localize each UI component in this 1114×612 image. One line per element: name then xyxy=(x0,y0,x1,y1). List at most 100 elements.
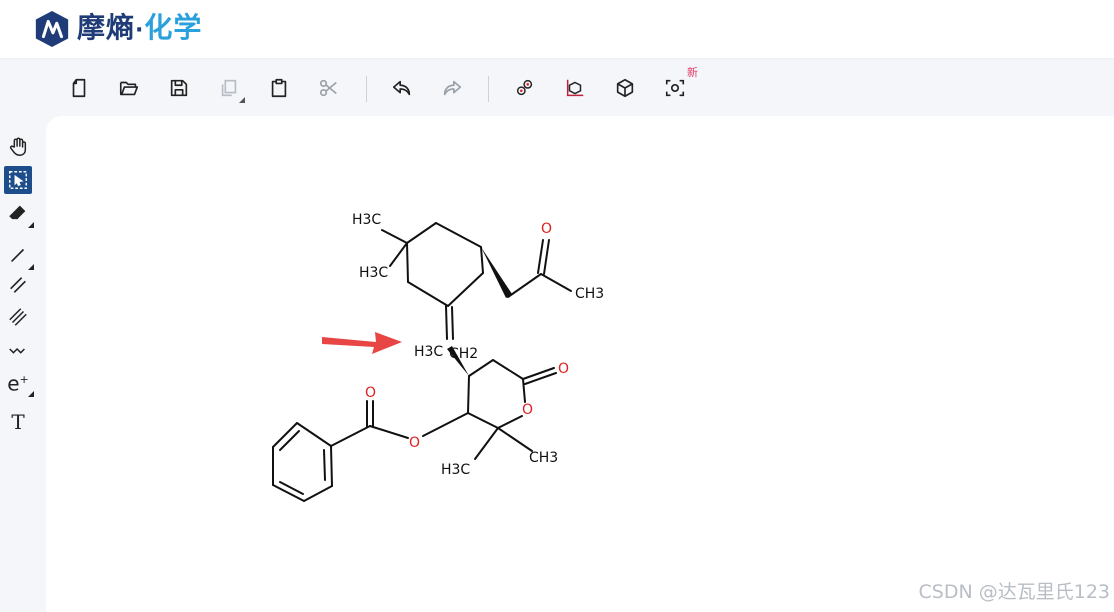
single-bond-tool-button[interactable] xyxy=(4,241,34,270)
new-file-icon xyxy=(72,78,86,98)
copy-icon xyxy=(221,79,237,97)
bond xyxy=(497,415,523,429)
hand-tool-button[interactable] xyxy=(4,133,32,161)
charge-icon: e+ xyxy=(7,370,29,394)
bond xyxy=(422,412,469,437)
wedge-bond xyxy=(481,247,512,298)
logo-mark-icon xyxy=(35,10,69,48)
scan-icon xyxy=(665,79,685,97)
bond xyxy=(537,239,544,274)
bond xyxy=(540,273,572,292)
bond xyxy=(447,272,484,307)
bond xyxy=(272,422,298,448)
wavy-bond-tool-button[interactable] xyxy=(4,335,32,363)
3d-chart-icon xyxy=(566,79,584,97)
cube-icon xyxy=(616,78,634,98)
text-icon: T xyxy=(11,410,25,434)
hand-icon xyxy=(9,137,27,156)
cut-icon xyxy=(319,79,337,97)
main-toolbar: 新 xyxy=(0,60,1114,116)
3d-molecule-button[interactable] xyxy=(511,74,539,102)
left-tool-sidebar: e+ T xyxy=(0,130,46,612)
bond xyxy=(369,425,409,439)
bond xyxy=(389,242,408,267)
bond xyxy=(507,273,542,298)
bond xyxy=(303,485,333,502)
toolbar-separator xyxy=(488,76,489,102)
atom-label-h3c-mid: H3C xyxy=(359,265,388,281)
bond xyxy=(435,222,482,248)
annotation-arrow xyxy=(322,332,402,354)
new-file-button[interactable] xyxy=(65,74,93,102)
eraser-tool-button[interactable] xyxy=(4,199,34,228)
bond xyxy=(279,430,300,451)
3d-molecule-icon xyxy=(516,79,533,96)
save-icon xyxy=(170,79,188,97)
scan-button[interactable] xyxy=(661,74,689,102)
single-bond-icon xyxy=(10,248,25,263)
atom-label-ch2: CH2 xyxy=(449,346,478,362)
double-bond-tool-button[interactable] xyxy=(4,271,32,299)
text-tool-button[interactable]: T xyxy=(4,408,32,436)
bond xyxy=(468,359,494,377)
bond xyxy=(407,281,449,307)
paste-icon xyxy=(271,78,287,98)
brand-name-part2: 化学 xyxy=(144,10,203,44)
bond xyxy=(467,412,499,429)
redo-icon xyxy=(443,80,462,96)
charge-letter: e xyxy=(7,371,20,396)
atom-label-o-ketone: O xyxy=(541,221,552,237)
watermark: CSDN @达瓦里氏123 xyxy=(918,581,1110,603)
triple-bond-icon xyxy=(9,308,27,326)
bond xyxy=(451,306,454,340)
atom-label-o-ester-carbonyl: O xyxy=(365,385,376,401)
undo-button[interactable] xyxy=(388,74,416,102)
eraser-icon xyxy=(9,205,26,220)
bond xyxy=(524,372,557,385)
brand-logo[interactable]: 摩熵·化学 xyxy=(33,9,202,49)
oxygen-labels: O O O O O xyxy=(365,221,569,451)
wavy-bond-icon xyxy=(9,347,25,354)
cut-button[interactable] xyxy=(315,74,343,102)
bond xyxy=(522,378,526,403)
bond xyxy=(323,449,326,481)
cube-button[interactable] xyxy=(611,74,639,102)
atom-label-ch3-bottom: CH3 xyxy=(529,450,558,466)
bond xyxy=(381,229,408,244)
atom-label-o-ring: O xyxy=(522,402,533,418)
molecule-structure: H3C H3C CH3 H3C CH2 H3C CH3 O O O O O xyxy=(272,212,604,502)
atom-label-o-ester: O xyxy=(409,435,420,451)
bond xyxy=(480,246,484,274)
brand-separator: · xyxy=(135,17,145,43)
charge-plus: + xyxy=(19,373,29,387)
bond xyxy=(445,305,448,340)
bond xyxy=(406,242,409,283)
select-tool-button[interactable] xyxy=(4,166,32,194)
brand-name: 摩熵·化学 xyxy=(77,8,202,51)
bond xyxy=(330,425,371,447)
bond xyxy=(522,367,555,380)
toolbar-separator xyxy=(366,76,367,102)
top-bar: 摩熵·化学 xyxy=(0,0,1114,58)
3d-chart-button[interactable] xyxy=(561,74,589,102)
atom-label-ch3-ketone: CH3 xyxy=(575,286,604,302)
save-button[interactable] xyxy=(165,74,193,102)
atom-label-h3c-left: H3C xyxy=(414,344,443,360)
bond xyxy=(492,359,524,380)
paste-button[interactable] xyxy=(265,74,293,102)
bond xyxy=(474,427,499,460)
open-button[interactable] xyxy=(115,74,143,102)
triple-bond-tool-button[interactable] xyxy=(4,303,32,331)
bond xyxy=(279,481,304,495)
open-folder-icon xyxy=(119,81,139,96)
drawing-canvas[interactable]: H3C H3C CH3 H3C CH2 H3C CH3 O O O O O CS… xyxy=(46,116,1114,612)
brand-name-part1: 摩熵 xyxy=(77,10,136,44)
new-badge: 新 xyxy=(687,66,698,79)
double-bond-icon xyxy=(10,277,26,293)
select-icon xyxy=(9,171,27,189)
charge-tool-button[interactable]: e+ xyxy=(4,368,34,397)
copy-button[interactable] xyxy=(215,74,245,103)
redo-button[interactable] xyxy=(438,74,466,102)
bond xyxy=(467,375,470,414)
undo-icon xyxy=(392,80,411,96)
